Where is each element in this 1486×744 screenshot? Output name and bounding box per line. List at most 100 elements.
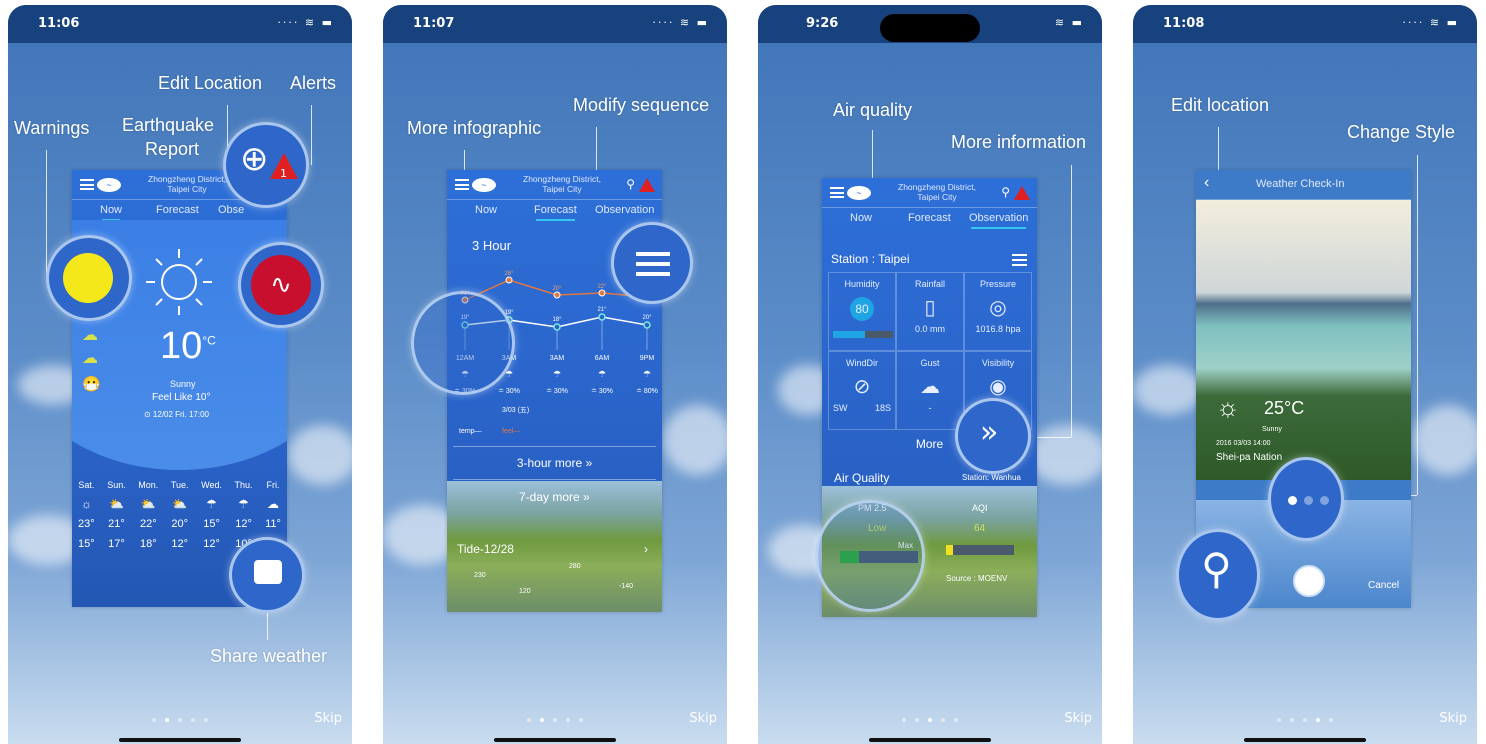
- condition: Sunny: [170, 379, 196, 389]
- location-pin-icon[interactable]: ⚲: [626, 177, 635, 191]
- hour-label: 3AM: [550, 355, 565, 362]
- page-indicator[interactable]: [902, 718, 958, 722]
- skip-button[interactable]: Skip: [689, 711, 717, 726]
- logo: ~: [472, 178, 496, 192]
- tab-observation[interactable]: Observation: [969, 212, 1028, 229]
- obs-cell-winddir[interactable]: WindDir ⊘ SW 18S: [828, 351, 896, 430]
- temp-point: [643, 321, 651, 329]
- aqi-bar: [946, 545, 1014, 555]
- tide-link[interactable]: Tide-12/28: [457, 542, 514, 556]
- obs-cell-pressure[interactable]: Pressure ◎ 1016.8 hpa: [964, 272, 1032, 351]
- obs-cell-gust[interactable]: Gust ☁ -: [896, 351, 964, 430]
- day-forecast: Sat. ☼ 23° 15°: [78, 480, 95, 550]
- seven-day-more-button[interactable]: 7-day more »: [519, 490, 590, 504]
- chevron-right-icon[interactable]: ›: [644, 542, 648, 556]
- signal-wifi-battery-icon: ≋ ▬: [1054, 16, 1084, 29]
- callout-earthquake: Earthquake: [122, 115, 215, 135]
- infographic-magnifier[interactable]: [411, 291, 515, 395]
- status-bar: 11:06 ···· ≋ ▬: [8, 5, 352, 43]
- temp-point: [553, 323, 561, 331]
- rain-warning-icon[interactable]: ☁: [82, 325, 98, 345]
- updated-time: ⊙ 12/02 Fri. 17:00: [144, 410, 209, 419]
- typhoon-warning-button[interactable]: [46, 235, 132, 321]
- style-dots-icon: [1288, 496, 1329, 505]
- page-indicator[interactable]: [527, 718, 583, 722]
- page-indicator[interactable]: [152, 718, 208, 722]
- cancel-button[interactable]: Cancel: [1368, 580, 1399, 591]
- station-menu-icon[interactable]: [1012, 254, 1027, 266]
- sun-icon: ☼: [1216, 392, 1240, 422]
- skip-button[interactable]: Skip: [1064, 711, 1092, 726]
- alert-icon[interactable]: [1014, 186, 1030, 200]
- rain-icon: ☂: [238, 497, 249, 511]
- obs-cell-humidity[interactable]: Humidity 80: [828, 272, 896, 351]
- tab-now[interactable]: Now: [100, 204, 122, 221]
- sun-icon: ☼: [80, 497, 92, 511]
- callout-air-quality: Air quality: [833, 100, 913, 120]
- earthquake-icon: ∿: [251, 255, 311, 315]
- check-in-photo: [1196, 200, 1411, 480]
- tab-forecast[interactable]: Forecast: [156, 204, 199, 216]
- menu-icon[interactable]: [830, 187, 844, 198]
- earthquake-report-button[interactable]: ∿: [238, 242, 324, 328]
- temp-label: 21°: [597, 307, 607, 313]
- menu-icon[interactable]: [80, 179, 94, 190]
- sun-cloud-icon: ⛅: [172, 497, 188, 511]
- more-information-button[interactable]: »: [955, 398, 1031, 474]
- rain-chance: ≐ 30%: [546, 388, 568, 395]
- skip-button[interactable]: Skip: [314, 711, 342, 726]
- callout-warnings: Warnings: [14, 118, 90, 138]
- edit-location-button[interactable]: ⊕ 1: [223, 122, 309, 208]
- alert-icon[interactable]: [639, 178, 655, 192]
- modify-sequence-button[interactable]: [611, 222, 693, 304]
- menu-icon[interactable]: [455, 179, 469, 190]
- tab-observation[interactable]: Observation: [595, 204, 654, 216]
- skip-button[interactable]: Skip: [1439, 711, 1467, 726]
- screenshot-observation: 9:26 ≋ ▬ Air quality More information ~ Z…: [758, 5, 1102, 744]
- air-mask-icon[interactable]: 😷: [82, 375, 101, 393]
- three-hour-more-button[interactable]: 3-hour more »: [453, 446, 656, 480]
- rain-chance: ≐ 80%: [636, 388, 658, 395]
- share-weather-button[interactable]: [229, 537, 305, 613]
- feel-label: 26°: [504, 271, 514, 277]
- capture-button[interactable]: [1293, 565, 1325, 597]
- air-quality-magnifier[interactable]: [815, 500, 925, 612]
- dynamic-island: [880, 14, 980, 42]
- tab-forecast[interactable]: Forecast: [908, 212, 951, 224]
- edit-location-button[interactable]: ⚲: [1176, 529, 1260, 621]
- current-temp: 10°C: [160, 325, 216, 367]
- feel-label: 20°: [552, 286, 562, 292]
- day-forecast: Mon. ⛅ 22° 18°: [138, 480, 159, 550]
- tab-forecast[interactable]: Forecast: [534, 204, 577, 221]
- day-forecast: Wed. ☂ 15° 12°: [201, 480, 222, 550]
- rain-chance: ≐ 30%: [498, 388, 520, 395]
- screenshot-check-in: 11:08 ···· ≋ ▬ Edit location Change Style…: [1133, 5, 1477, 744]
- logo: ~: [847, 186, 871, 200]
- cloud-icon: ☁: [267, 497, 279, 511]
- tab-now[interactable]: Now: [475, 204, 497, 216]
- rain-chance: ≐ 30%: [591, 388, 613, 395]
- sun-icon: [146, 249, 212, 315]
- fog-warning-icon[interactable]: ☁: [82, 348, 98, 368]
- day-forecast: Thu.☂12°10°: [234, 480, 253, 550]
- obs-cell-rainfall[interactable]: Rainfall ▯ 0.0 mm: [896, 272, 964, 351]
- rain-icon: ☂: [206, 497, 217, 511]
- feel-point: [505, 276, 513, 284]
- screenshot-forecast: 11:07 ···· ≋ ▬ More infographic Modify se…: [383, 5, 727, 744]
- location-pin-icon[interactable]: ⚲: [1001, 185, 1010, 199]
- humidity-bar: [833, 331, 893, 338]
- tab-observation[interactable]: Obse: [218, 204, 244, 216]
- tab-now[interactable]: Now: [850, 212, 872, 224]
- hour-label: 9PM: [640, 355, 655, 362]
- screenshot-now: 11:06 ···· ≋ ▬ Edit Location Alerts Warni…: [8, 5, 352, 744]
- partly-cloudy-icon: ⛅: [140, 497, 156, 511]
- callout-share-weather: Share weather: [210, 646, 328, 666]
- feel-label: 22°: [597, 284, 607, 290]
- page-indicator[interactable]: [1277, 718, 1333, 722]
- day-forecast: Tue. ⛅ 20° 12°: [170, 480, 189, 550]
- station-name: Station : Taipei: [831, 252, 910, 266]
- air-quality-title: Air Quality: [834, 471, 890, 485]
- signal-wifi-battery-icon: ···· ≋ ▬: [1402, 16, 1459, 29]
- back-icon[interactable]: ‹: [1204, 174, 1209, 192]
- change-style-button[interactable]: [1268, 457, 1344, 541]
